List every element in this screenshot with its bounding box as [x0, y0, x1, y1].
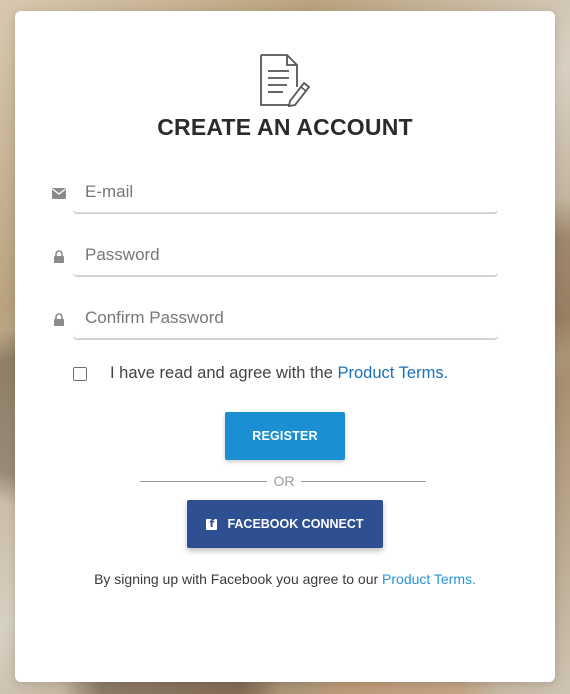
envelope-icon	[51, 171, 67, 215]
facebook-product-terms-link[interactable]: Product Terms.	[382, 571, 476, 587]
product-terms-link[interactable]: Product Terms.	[338, 364, 449, 382]
register-button[interactable]: REGISTER	[225, 412, 345, 460]
lock-icon	[51, 297, 67, 341]
facebook-note-text: By signing up with Facebook you agree to…	[94, 571, 383, 587]
or-divider: OR	[140, 473, 426, 489]
terms-checkbox[interactable]	[73, 367, 87, 381]
document-edit-icon	[260, 54, 311, 107]
confirm-password-field[interactable]	[73, 297, 498, 339]
email-row	[51, 171, 498, 215]
confirm-password-row	[51, 297, 498, 341]
email-field[interactable]	[73, 171, 498, 213]
lock-icon	[51, 234, 67, 278]
page-title: CREATE AN ACCOUNT	[157, 114, 413, 140]
password-field[interactable]	[73, 234, 498, 276]
facebook-terms-note: By signing up with Facebook you agree to…	[85, 569, 485, 589]
terms-agreement: I have read and agree with the Product T…	[73, 364, 533, 388]
facebook-connect-label: FACEBOOK CONNECT	[227, 517, 364, 531]
password-row	[51, 234, 498, 278]
terms-text: I have read and agree with the	[110, 364, 338, 382]
facebook-icon	[206, 517, 218, 530]
terms-label: I have read and agree with the Product T…	[110, 364, 448, 383]
facebook-connect-button[interactable]: FACEBOOK CONNECT	[187, 500, 383, 548]
signup-modal: CREATE AN ACCOUNT E-mail I have read and…	[15, 11, 555, 682]
divider-line	[140, 481, 267, 482]
divider-line	[301, 481, 426, 482]
or-label: OR	[273, 473, 295, 489]
